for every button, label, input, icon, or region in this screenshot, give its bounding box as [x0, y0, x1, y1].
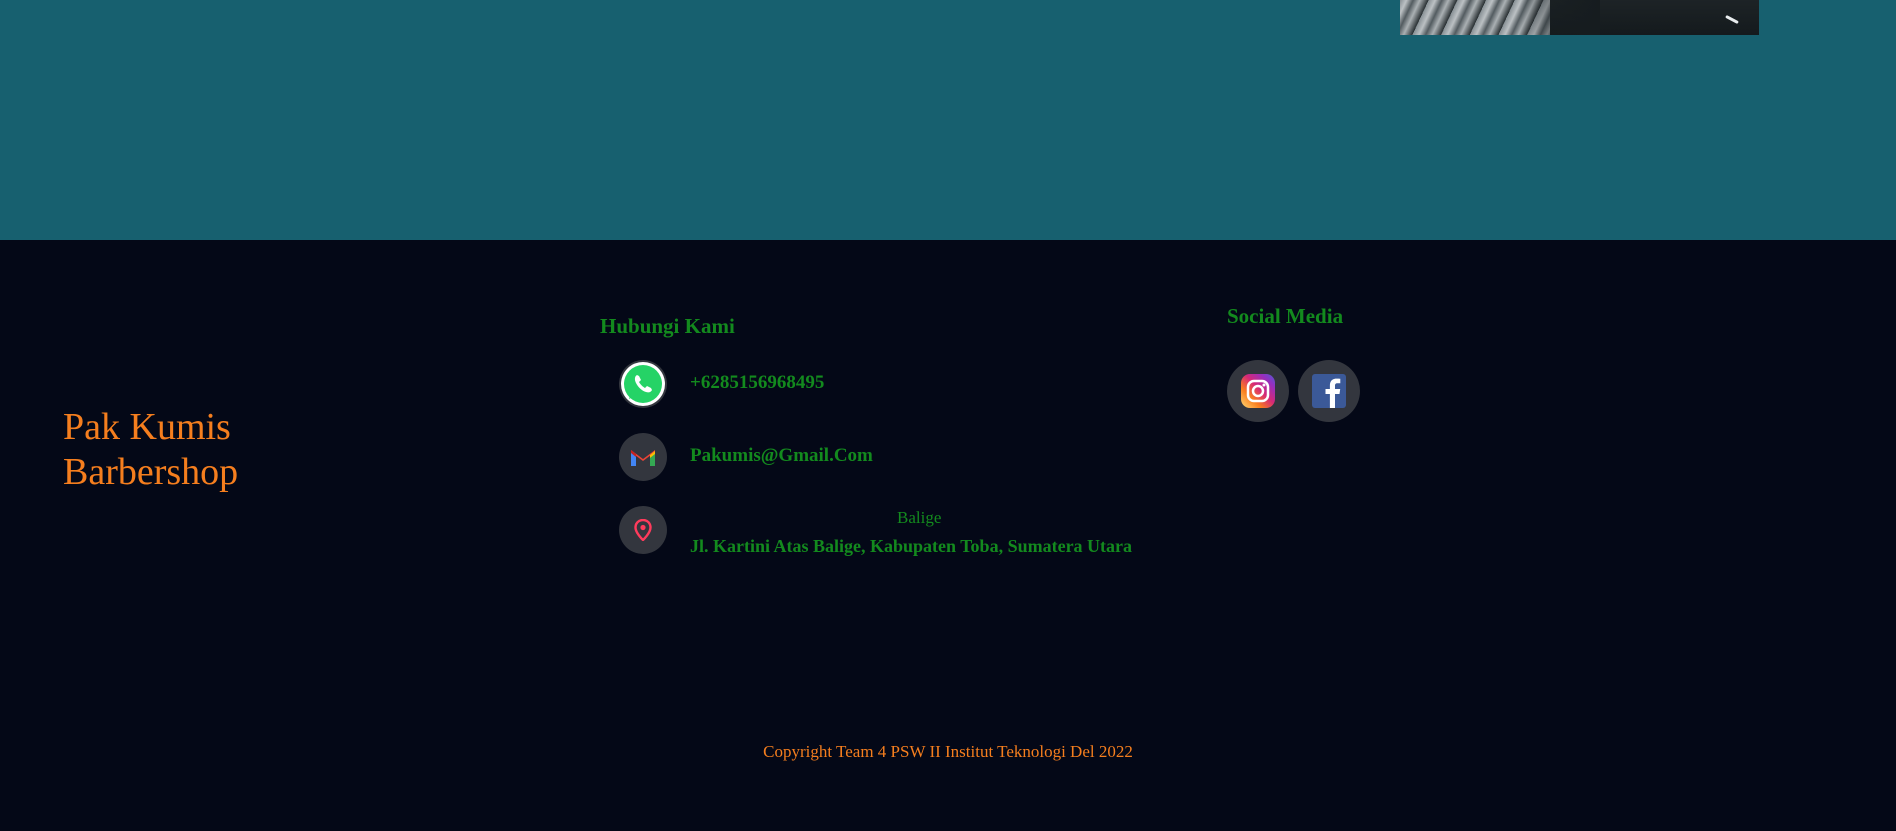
contact-email-row[interactable]: Pakumis@Gmail.Com: [619, 433, 1179, 481]
social-heading: Social Media: [1227, 304, 1344, 328]
copyright-text: Copyright Team 4 PSW II Institut Teknolo…: [763, 742, 1133, 761]
phone-number[interactable]: +6285156968495: [690, 372, 824, 394]
facebook-link[interactable]: [1298, 360, 1360, 422]
barber-photo: [1400, 0, 1759, 35]
contact-phone-row[interactable]: +6285156968495: [619, 360, 1179, 408]
instagram-icon: [1240, 373, 1276, 409]
address-line: Jl. Kartini Atas Balige, Kabupaten Toba,…: [690, 536, 1133, 556]
brand-line-1: Pak Kumis: [63, 406, 231, 448]
location-pin-icon: [619, 506, 667, 554]
brand-line-2: Barbershop: [63, 451, 239, 493]
facebook-icon: [1311, 373, 1347, 409]
instagram-link[interactable]: [1227, 360, 1289, 422]
email-address[interactable]: Pakumis@Gmail.Com: [690, 445, 873, 467]
hero-section-bottom: [0, 0, 1896, 240]
contact-address-row: Balige Jl. Kartini Atas Balige, Kabupate…: [619, 506, 1179, 562]
gmail-icon[interactable]: [619, 433, 667, 481]
contact-heading: Hubungi Kami: [600, 314, 735, 338]
whatsapp-icon[interactable]: [619, 360, 667, 408]
site-footer: Pak Kumis Barbershop Hubungi Kami +62851…: [0, 240, 1896, 831]
brand-name: Pak Kumis Barbershop: [63, 405, 238, 495]
address-city: Balige: [897, 508, 942, 527]
